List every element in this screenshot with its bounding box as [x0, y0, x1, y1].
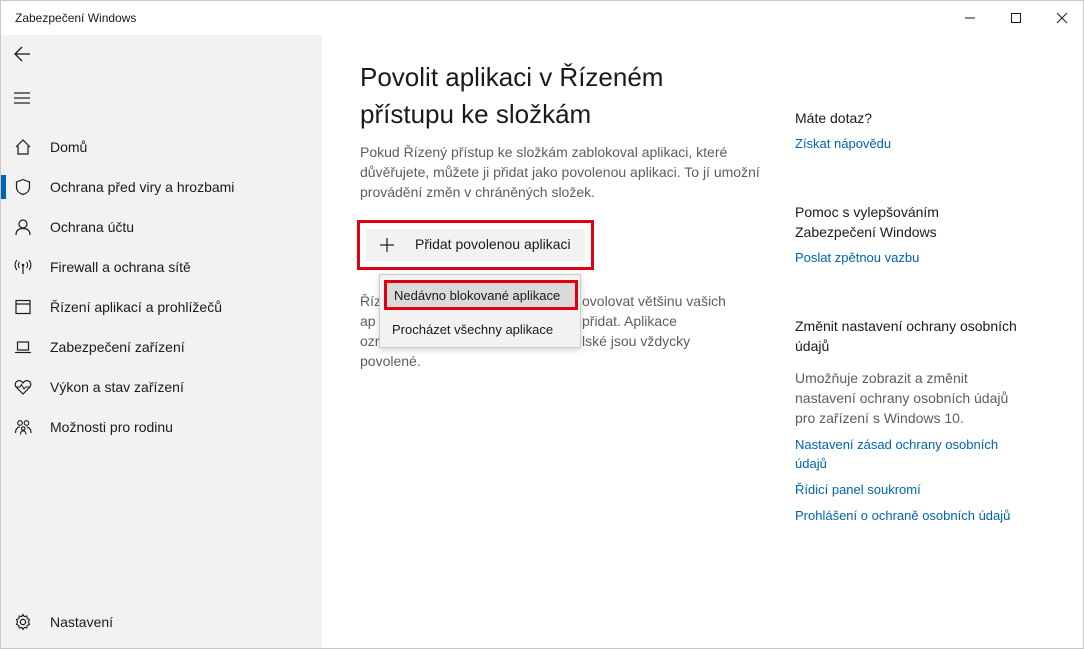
body-line: ovolovat většinu vašich	[582, 293, 726, 309]
sidebar-item-settings[interactable]: Nastavení	[1, 602, 322, 642]
antenna-icon	[13, 257, 33, 277]
sidebar-item-label: Ochrana účtu	[50, 219, 135, 235]
maximize-icon	[1011, 13, 1021, 23]
sidebar-item-label: Nastavení	[50, 614, 114, 630]
body-line: lské jsou vždycky	[582, 333, 691, 349]
sidebar-item-device-security[interactable]: Zabezpečení zařízení	[1, 327, 322, 367]
sidebar-item-virus-protection[interactable]: Ochrana před viry a hrozbami	[1, 167, 322, 207]
laptop-icon	[13, 337, 33, 357]
privacy-heading: Změnit nastavení ochrany osobních údajů	[795, 318, 1017, 354]
sidebar-item-home[interactable]: Domů	[1, 127, 322, 167]
hamburger-icon	[14, 92, 30, 104]
window-title: Zabezpečení Windows	[15, 11, 137, 25]
highlight-frame: Přidat povolenou aplikaci	[357, 220, 594, 270]
sidebar-item-label: Ochrana před viry a hrozbami	[50, 179, 235, 195]
maximize-button[interactable]	[993, 1, 1039, 35]
page-title: Povolit aplikaci v Řízeném přístupu ke s…	[360, 62, 664, 129]
privacy-description: Umožňuje zobrazit a změnit nastavení och…	[795, 370, 1009, 426]
add-app-dropdown-menu: Nedávno blokované aplikace Procházet vše…	[379, 274, 581, 348]
sidebar: Domů Ochrana před viry a hrozbami Ochran…	[1, 35, 322, 648]
send-feedback-link[interactable]: Poslat zpětnou vazbu	[795, 248, 1045, 267]
sidebar-item-label: Domů	[50, 139, 88, 155]
app-window-icon	[13, 297, 33, 317]
privacy-statement-link[interactable]: Prohlášení o ochraně osobních údajů	[795, 506, 1045, 525]
menu-item-recently-blocked[interactable]: Nedávno blokované aplikace	[384, 280, 578, 310]
sidebar-item-device-performance[interactable]: Výkon a stav zařízení	[1, 367, 322, 407]
sidebar-item-app-browser-control[interactable]: Řízení aplikací a prohlížečů	[1, 287, 322, 327]
add-allowed-app-button[interactable]: Přidat povolenou aplikaci	[366, 229, 585, 261]
page-description: Pokud Řízený přístup ke složkám zablokov…	[360, 144, 760, 200]
sidebar-item-family-options[interactable]: Možnosti pro rodinu	[1, 407, 322, 447]
sidebar-item-label: Řízení aplikací a prohlížečů	[50, 299, 222, 315]
shield-icon	[13, 177, 33, 197]
question-heading: Máte dotaz?	[795, 110, 873, 126]
close-icon	[1056, 12, 1068, 24]
sidebar-item-label: Firewall a ochrana sítě	[50, 259, 191, 275]
minimize-icon	[965, 17, 975, 19]
sidebar-item-label: Zabezpečení zařízení	[50, 339, 185, 355]
close-button[interactable]	[1039, 1, 1083, 35]
privacy-dashboard-link[interactable]: Řídicí panel soukromí	[795, 480, 1045, 499]
body-line: povolené.	[360, 353, 421, 369]
privacy-settings-link[interactable]: Nastavení zásad ochrany osobních údajů	[795, 435, 1025, 473]
sidebar-item-firewall[interactable]: Firewall a ochrana sítě	[1, 247, 322, 287]
plus-icon	[380, 238, 394, 252]
sidebar-item-label: Výkon a stav zařízení	[50, 379, 184, 395]
add-allowed-app-label: Přidat povolenou aplikaci	[415, 236, 571, 252]
app-window: Zabezpečení Windows Domů Ochrana před vi…	[0, 0, 1084, 649]
gear-icon	[13, 612, 33, 632]
title-bar: Zabezpečení Windows	[1, 1, 1083, 35]
body-line: přidat. Aplikace	[582, 313, 677, 329]
family-icon	[13, 417, 33, 437]
person-icon	[13, 217, 33, 237]
back-arrow-icon	[14, 46, 30, 62]
sidebar-item-label: Možnosti pro rodinu	[50, 419, 173, 435]
improve-heading: Pomoc s vylepšováním Zabezpečení Windows	[795, 204, 939, 240]
hamburger-menu-button[interactable]	[9, 85, 35, 111]
main-content: Povolit aplikaci v Řízeném přístupu ke s…	[322, 35, 1083, 648]
minimize-button[interactable]	[947, 1, 993, 35]
get-help-link[interactable]: Získat nápovědu	[795, 134, 1045, 153]
back-button[interactable]	[9, 41, 35, 67]
home-icon	[13, 137, 33, 157]
sidebar-item-account-protection[interactable]: Ochrana účtu	[1, 207, 322, 247]
heart-pulse-icon	[13, 377, 33, 397]
menu-item-browse-all[interactable]: Procházet všechny aplikace	[380, 313, 580, 345]
active-indicator	[1, 175, 6, 199]
